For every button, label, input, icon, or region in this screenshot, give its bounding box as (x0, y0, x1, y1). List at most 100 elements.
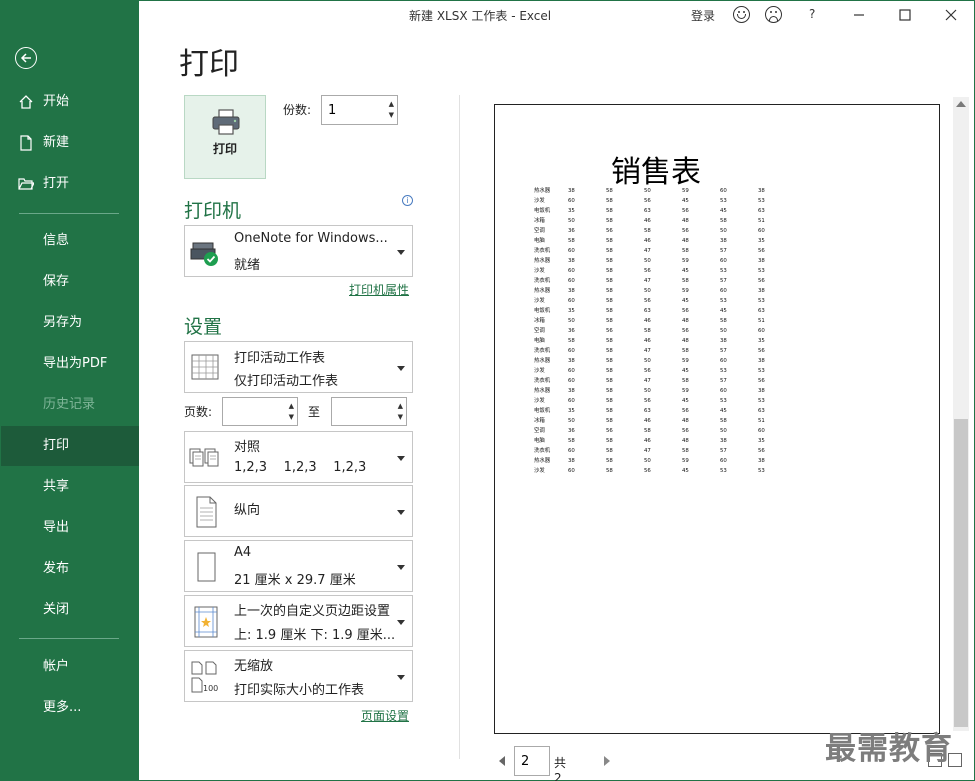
scrollbar-thumb[interactable] (954, 419, 968, 727)
page-number-input[interactable] (515, 747, 549, 775)
stepper-arrows-icon[interactable]: ▲ ▼ (398, 401, 403, 423)
preview-scrollbar[interactable] (953, 97, 969, 731)
printer-dropdown[interactable]: OneNote for Windows... 就绪 (184, 225, 413, 277)
page-title: 打印 (179, 47, 239, 82)
table-cell: 63 (644, 208, 651, 214)
table-cell: 53 (720, 398, 727, 404)
table-row: 电脑 58 58 46 48 38 35 (534, 336, 796, 346)
sidebar-item-info[interactable]: 信息 (1, 221, 139, 261)
pages-to-stepper[interactable]: ▲ ▼ (331, 397, 407, 426)
sidebar-item-export[interactable]: 导出 (1, 508, 139, 548)
page-total: 共 2 页 (554, 756, 567, 781)
pages-to-input[interactable] (332, 398, 392, 425)
table-cell: 电脑 (534, 438, 545, 444)
table-row: 沙发 60 58 56 45 53 53 (534, 196, 796, 206)
sidebar-item-export-pdf[interactable]: 导出为PDF (1, 344, 139, 384)
print-button[interactable]: 打印 (184, 95, 266, 179)
next-page-icon[interactable] (604, 756, 610, 766)
table-cell: 58 (606, 238, 613, 244)
orientation-dropdown[interactable]: 纵向 (184, 485, 413, 537)
copies-label: 份数: (283, 103, 312, 117)
table-cell: 洗衣机 (534, 348, 551, 354)
maximize-icon[interactable] (899, 9, 911, 21)
table-cell: 59 (682, 358, 689, 364)
scaling-dropdown[interactable]: 100 无缩放 打印实际大小的工作表 (184, 650, 413, 702)
print-what-desc: 仅打印活动工作表 (234, 374, 339, 389)
page-number-box[interactable] (514, 746, 550, 776)
table-cell: 60 (568, 468, 575, 474)
table-cell: 58 (606, 358, 613, 364)
table-cell: 60 (758, 428, 765, 434)
minimize-icon[interactable] (853, 9, 865, 21)
table-cell: 48 (682, 438, 689, 444)
table-cell: 59 (682, 288, 689, 294)
margins-title: 上一次的自定义页边距设置 (234, 604, 391, 619)
table-cell: 50 (644, 458, 651, 464)
sidebar-item-new[interactable]: 新建 (1, 123, 139, 163)
chevron-down-icon (397, 456, 405, 461)
sidebar-item-more[interactable]: 更多... (1, 688, 139, 728)
table-cell: 60 (568, 248, 575, 254)
table-row: 空调 36 56 58 56 50 60 (534, 426, 796, 436)
sidebar-item-open[interactable]: 打开 (1, 164, 139, 204)
prev-page-icon[interactable] (499, 756, 505, 766)
sidebar-item-close[interactable]: 关闭 (1, 590, 139, 630)
info-icon[interactable]: i (402, 195, 413, 206)
sidebar-item-publish[interactable]: 发布 (1, 549, 139, 589)
table-cell: 60 (568, 398, 575, 404)
table-cell: 60 (758, 328, 765, 334)
stepper-arrows-icon[interactable]: ▲ ▼ (389, 99, 394, 121)
table-cell: 53 (758, 468, 765, 474)
table-cell: 56 (758, 348, 765, 354)
scroll-up-icon[interactable] (956, 101, 966, 107)
copies-input[interactable] (322, 96, 382, 124)
table-cell: 电脑 (534, 238, 545, 244)
page-setup-link[interactable]: 页面设置 (361, 707, 409, 724)
table-cell: 56 (644, 368, 651, 374)
paper-desc: 21 厘米 x 29.7 厘米 (234, 573, 356, 588)
table-cell: 51 (758, 218, 765, 224)
print-what-dropdown[interactable]: 打印活动工作表 仅打印活动工作表 (184, 341, 413, 393)
printer-properties-link[interactable]: 打印机属性 (349, 281, 409, 298)
sidebar-item-account[interactable]: 帐户 (1, 647, 139, 687)
pages-from-stepper[interactable]: ▲ ▼ (222, 397, 298, 426)
table-row: 沙发 60 58 56 45 53 53 (534, 366, 796, 376)
back-button[interactable] (15, 47, 37, 69)
sidebar-item-share[interactable]: 共享 (1, 467, 139, 507)
sidebar-item-label: 更多... (43, 700, 82, 715)
table-cell: 45 (720, 408, 727, 414)
stepper-arrows-icon[interactable]: ▲ ▼ (289, 401, 294, 423)
sidebar-item-label: 共享 (43, 479, 70, 494)
help-button[interactable]: ? (809, 7, 815, 21)
table-cell: 60 (568, 298, 575, 304)
copies-stepper[interactable]: ▲▼ (321, 95, 398, 125)
table-cell: 56 (758, 278, 765, 284)
table-row: 热水器 38 58 50 59 60 38 (534, 186, 796, 196)
sheet-grid-icon (191, 354, 219, 380)
sidebar-item-save-as[interactable]: 另存为 (1, 303, 139, 343)
pages-from-input[interactable] (223, 398, 283, 425)
margins-desc: 上: 1.9 厘米 下: 1.9 厘米... (234, 628, 396, 643)
sidebar-item-home[interactable]: 开始 (1, 82, 139, 122)
table-cell: 56 (758, 378, 765, 384)
margins-dropdown[interactable]: 上一次的自定义页边距设置 上: 1.9 厘米 下: 1.9 厘米... (184, 595, 413, 647)
table-cell: 51 (758, 418, 765, 424)
table-cell: 电饭机 (534, 208, 551, 214)
smile-feedback-icon[interactable] (733, 6, 750, 23)
table-cell: 60 (720, 358, 727, 364)
sidebar-item-print[interactable]: 打印 (1, 426, 139, 466)
collate-dropdown[interactable]: 对照 1,2,3 1,2,3 1,2,3 (184, 431, 413, 483)
back-arrow-icon (20, 53, 31, 63)
table-cell: 电饭机 (534, 308, 551, 314)
paper-size-dropdown[interactable]: A4 21 厘米 x 29.7 厘米 (184, 540, 413, 592)
table-row: 洗衣机 60 58 47 58 57 56 (534, 446, 796, 456)
table-row: 电饭机 35 58 63 56 45 63 (534, 206, 796, 216)
sidebar-item-save[interactable]: 保存 (1, 262, 139, 302)
signin-link[interactable]: 登录 (691, 7, 715, 24)
close-icon[interactable] (945, 9, 957, 21)
frown-feedback-icon[interactable] (765, 6, 782, 23)
table-cell: 58 (682, 348, 689, 354)
table-row: 空调 36 56 58 56 50 60 (534, 326, 796, 336)
table-cell: 56 (644, 468, 651, 474)
table-cell: 56 (682, 208, 689, 214)
